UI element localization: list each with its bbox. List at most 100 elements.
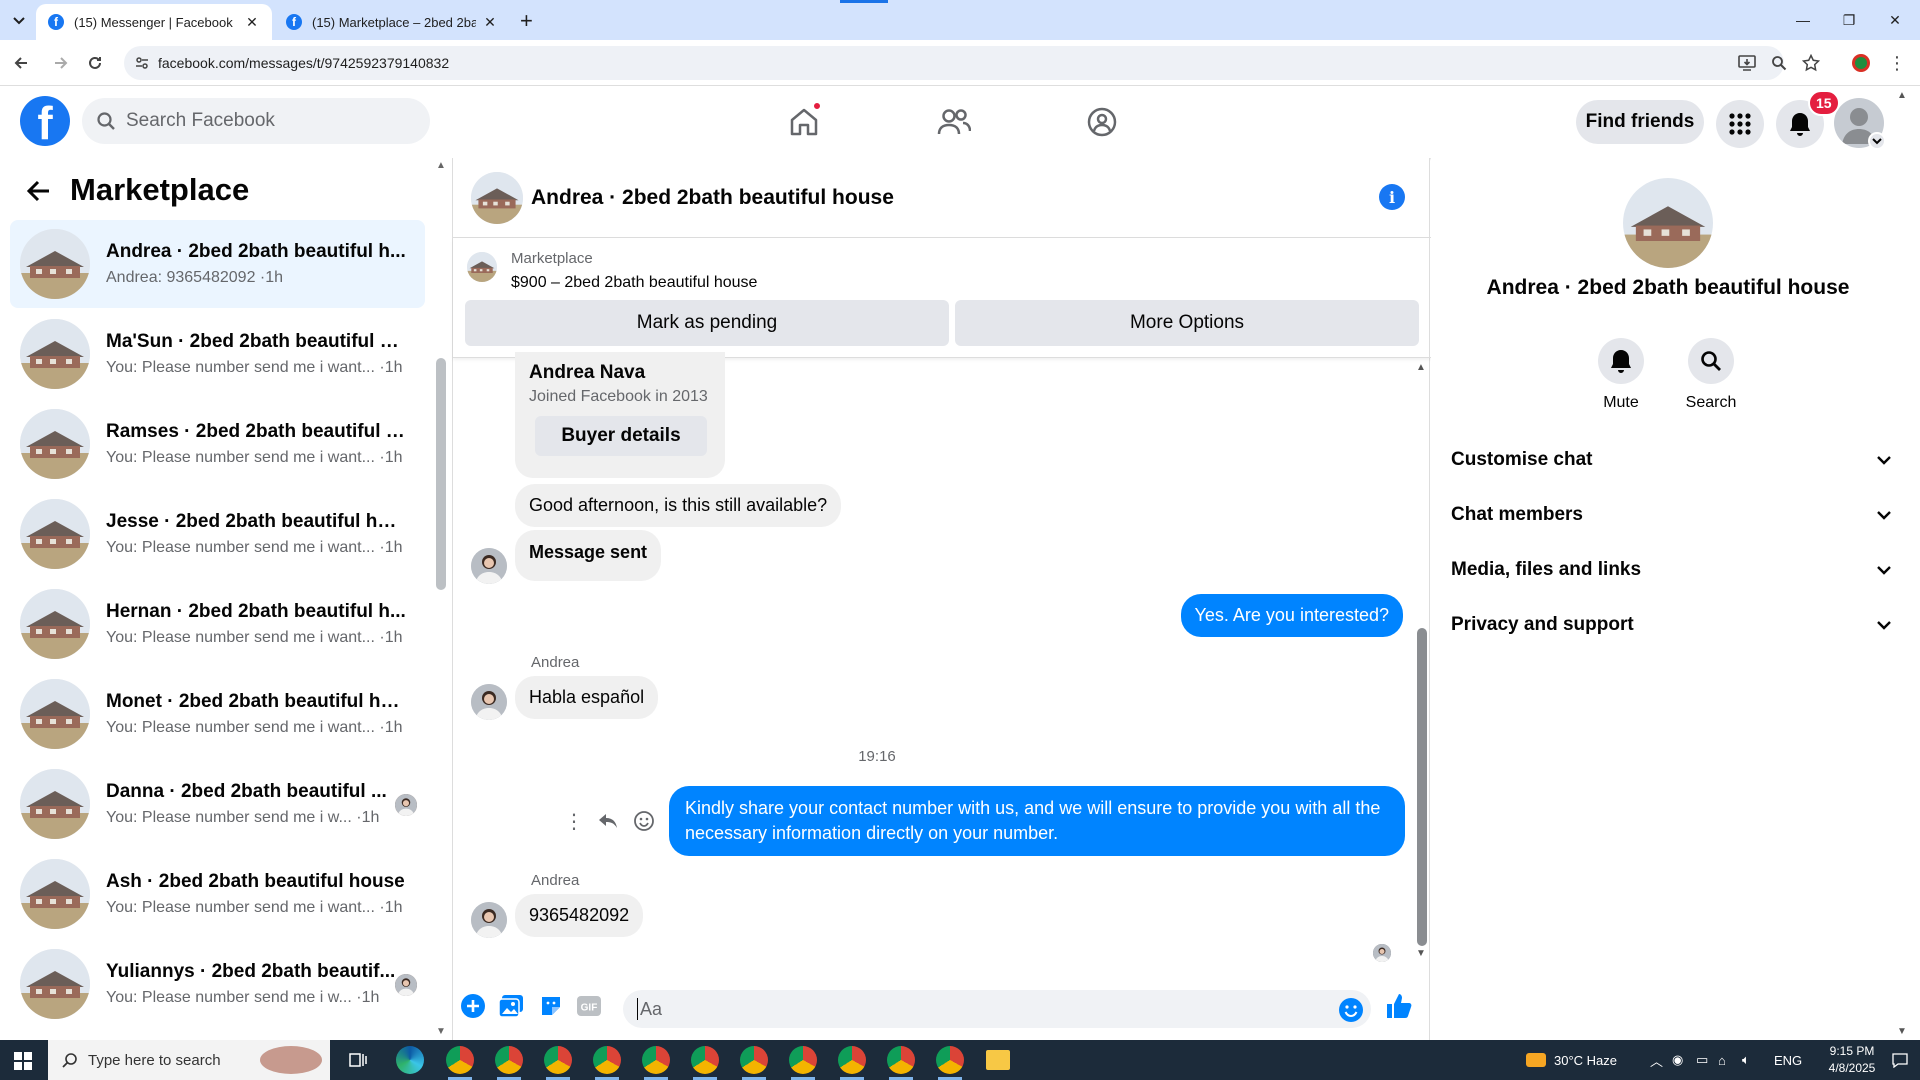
chat-scrollbar[interactable]	[1417, 628, 1427, 946]
windows-start-icon[interactable]	[14, 1052, 32, 1070]
page-scroll-up-arrow-icon[interactable]: ▲	[1897, 90, 1907, 101]
mute-action[interactable]: Mute	[1581, 338, 1661, 412]
message-bubble-incoming[interactable]: Good afternoon, is this still available?	[515, 484, 842, 528]
task-view-icon[interactable]	[348, 1050, 368, 1070]
like-thumbs-up-icon[interactable]	[1385, 992, 1413, 1020]
tray-app-icon[interactable]: ◉	[1672, 1040, 1683, 1080]
conversation-item[interactable]: Monet · 2bed 2bath beautiful ho... You: P…	[10, 670, 425, 758]
more-options-button[interactable]: More Options	[955, 300, 1419, 346]
chrome-icon[interactable]	[691, 1046, 719, 1080]
customise-chat-section[interactable]: Customise chat	[1451, 440, 1891, 480]
page-scroll-down-arrow-icon[interactable]: ▼	[1897, 1026, 1907, 1037]
conversation-item[interactable]: Ramses · 2bed 2bath beautiful h... You: P…	[10, 400, 425, 488]
groups-icon[interactable]	[1080, 100, 1124, 144]
browser-tab-messenger[interactable]: f (15) Messenger | Facebook ✕	[36, 4, 272, 40]
message-bubble-incoming[interactable]: Message sent	[515, 530, 662, 582]
facebook-search-input[interactable]: Search Facebook	[82, 98, 430, 144]
facebook-logo-icon[interactable]: f	[20, 96, 70, 146]
media-files-links-section[interactable]: Media, files and links	[1451, 550, 1891, 590]
install-app-icon[interactable]	[1736, 52, 1758, 74]
close-tab-icon[interactable]: ✕	[244, 14, 260, 31]
back-arrow-icon[interactable]	[10, 52, 32, 74]
more-actions-kebab-icon[interactable]: ⋮	[561, 808, 587, 834]
sender-avatar[interactable]	[471, 902, 507, 938]
listing-description[interactable]: $900 – 2bed 2bath beautiful house	[511, 274, 757, 292]
chrome-icon[interactable]	[838, 1046, 866, 1080]
mark-as-pending-button[interactable]: Mark as pending	[465, 300, 949, 346]
gif-icon[interactable]: GIF	[575, 992, 603, 1020]
conversation-item[interactable]: Ash · 2bed 2bath beautiful house You: Ple…	[10, 850, 425, 938]
message-bubble-incoming[interactable]: 9365482092	[515, 894, 644, 938]
sticker-icon[interactable]	[537, 992, 565, 1020]
chat-scroll-down-arrow-icon[interactable]: ▼	[1416, 948, 1426, 959]
chat-members-section[interactable]: Chat members	[1451, 495, 1891, 535]
close-window-icon[interactable]: ✕	[1872, 0, 1918, 40]
conversation-info-icon[interactable]: i	[1379, 184, 1405, 210]
message-input[interactable]: Aa	[623, 990, 1371, 1028]
find-friends-button[interactable]: Find friends	[1576, 100, 1704, 144]
tray-overflow-chevron-icon[interactable]: ︿	[1650, 1040, 1663, 1080]
restore-window-icon[interactable]: ❐	[1826, 0, 1872, 40]
close-tab-icon[interactable]: ✕	[482, 14, 498, 31]
conversation-item[interactable]: Hernan · 2bed 2bath beautiful h... You: P…	[10, 580, 425, 668]
volume-icon[interactable]: 🔈︎	[1742, 1040, 1750, 1080]
reply-icon[interactable]	[595, 808, 621, 834]
edge-browser-icon[interactable]	[396, 1046, 424, 1074]
minimize-window-icon[interactable]: —	[1780, 0, 1826, 40]
search-icon[interactable]	[1688, 338, 1734, 384]
scroll-up-arrow-icon[interactable]: ▲	[436, 160, 446, 171]
input-language[interactable]: ENG	[1774, 1040, 1802, 1080]
tab-search-chevron-icon[interactable]	[8, 10, 30, 32]
conversation-item[interactable]: Andrea · 2bed 2bath beautiful h... Andrea…	[10, 220, 425, 308]
site-settings-icon[interactable]	[134, 55, 150, 71]
forward-arrow-icon[interactable]	[50, 52, 72, 74]
chat-title[interactable]: Andrea · 2bed 2bath beautiful house	[531, 186, 894, 210]
chrome-icon[interactable]	[446, 1046, 474, 1080]
tray-display-icon[interactable]: ▭	[1696, 1040, 1708, 1080]
profile-extension-icon[interactable]	[1850, 52, 1872, 74]
chat-scroll-up-arrow-icon[interactable]: ▲	[1416, 362, 1426, 373]
conversation-item[interactable]: Yuliannys · 2bed 2bath beautif... You: Pl…	[10, 940, 425, 1028]
message-bubble-incoming[interactable]: Habla español	[515, 676, 659, 720]
chrome-icon[interactable]	[936, 1046, 964, 1080]
weather-widget[interactable]: 30°C Haze	[1526, 1040, 1617, 1080]
listing-mini-thumbnail[interactable]	[467, 252, 497, 282]
bell-icon[interactable]	[1598, 338, 1644, 384]
friends-icon[interactable]	[932, 100, 976, 144]
browser-tab-marketplace[interactable]: f (15) Marketplace – 2bed 2bath ✕	[274, 4, 510, 40]
file-explorer-icon[interactable]	[986, 1050, 1010, 1070]
buyer-details-button[interactable]: Buyer details	[535, 416, 707, 456]
bookmark-star-icon[interactable]	[1800, 52, 1822, 74]
conversation-item[interactable]: Ma'Sun · 2bed 2bath beautiful h... You: P…	[10, 310, 425, 398]
chrome-icon[interactable]	[740, 1046, 768, 1080]
emoji-icon[interactable]	[1337, 996, 1365, 1024]
menu-grid-icon[interactable]	[1716, 100, 1764, 148]
message-bubble-outgoing[interactable]: Yes. Are you interested?	[1180, 594, 1403, 638]
zoom-icon[interactable]	[1768, 52, 1790, 74]
account-chevron-down-icon[interactable]	[1868, 132, 1886, 150]
notification-center-icon[interactable]	[1892, 1040, 1908, 1080]
scroll-down-arrow-icon[interactable]: ▼	[436, 1026, 446, 1037]
network-icon[interactable]: ⌂	[1718, 1040, 1726, 1080]
reload-icon[interactable]	[84, 52, 106, 74]
browser-menu-kebab-icon[interactable]: ⋮	[1886, 52, 1908, 74]
conversation-item[interactable]: Jesse · 2bed 2bath beautiful house You: P…	[10, 490, 425, 578]
chrome-icon[interactable]	[593, 1046, 621, 1080]
taskbar-search-input[interactable]: Type here to search	[48, 1040, 330, 1080]
sender-avatar[interactable]	[471, 548, 507, 584]
conversation-item[interactable]: Danna · 2bed 2bath beautiful ... You: Ple…	[10, 760, 425, 848]
add-plus-icon[interactable]	[459, 992, 487, 1020]
back-arrow-icon[interactable]	[26, 178, 52, 204]
listing-thumbnail[interactable]	[471, 172, 523, 224]
attach-photo-icon[interactable]	[497, 992, 525, 1020]
chrome-icon[interactable]	[789, 1046, 817, 1080]
chrome-icon[interactable]	[495, 1046, 523, 1080]
address-bar[interactable]: facebook.com/messages/t/9742592379140832	[124, 46, 1784, 80]
search-action[interactable]: Search	[1671, 338, 1751, 412]
system-clock[interactable]: 9:15 PM 4/8/2025	[1822, 1043, 1882, 1077]
chrome-icon[interactable]	[544, 1046, 572, 1080]
chrome-icon[interactable]	[887, 1046, 915, 1080]
sidebar-scrollbar[interactable]	[436, 358, 446, 590]
listing-avatar[interactable]	[1623, 178, 1713, 268]
message-bubble-outgoing[interactable]: Kindly share your contact number with us…	[669, 786, 1405, 857]
